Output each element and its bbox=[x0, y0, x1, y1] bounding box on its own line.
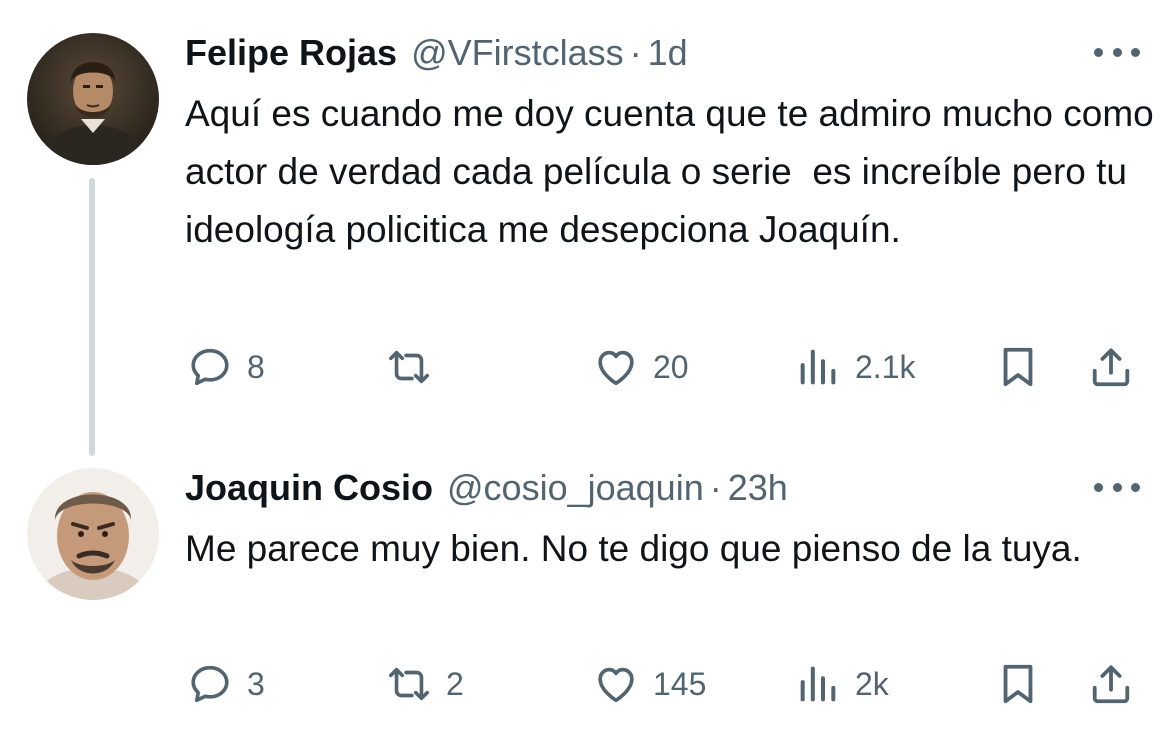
bar-chart-icon bbox=[800, 666, 836, 702]
avatar-portrait-image bbox=[27, 33, 159, 165]
share-icon bbox=[1092, 348, 1130, 387]
avatar[interactable] bbox=[27, 468, 159, 600]
retweet-button[interactable]: 2 bbox=[386, 659, 464, 709]
avatar[interactable] bbox=[27, 33, 159, 165]
bookmark-button[interactable] bbox=[995, 342, 1041, 392]
timestamp[interactable]: 23h bbox=[728, 467, 788, 509]
heart-icon bbox=[598, 667, 634, 703]
views-button[interactable]: 2.1k bbox=[795, 342, 915, 392]
bookmark-icon bbox=[1003, 664, 1033, 704]
share-button[interactable] bbox=[1088, 342, 1134, 392]
reply-button[interactable]: 8 bbox=[187, 342, 265, 392]
tweet-text: Me parece muy bien. No te digo que piens… bbox=[185, 528, 1082, 569]
avatar-photo-image bbox=[27, 468, 159, 600]
retweet-icon bbox=[388, 667, 430, 701]
retweet-button[interactable] bbox=[386, 342, 446, 392]
reply-count: 8 bbox=[247, 348, 265, 385]
bookmark-button[interactable] bbox=[995, 659, 1041, 709]
tweet-actions: 3 2 145 2k bbox=[0, 659, 1170, 709]
separator-dot: · bbox=[709, 467, 722, 508]
views-count: 2k bbox=[855, 665, 889, 702]
heart-icon bbox=[598, 350, 634, 386]
more-dots-icon[interactable] bbox=[1094, 477, 1140, 497]
timestamp[interactable]: 1d bbox=[648, 32, 688, 74]
retweet-icon bbox=[388, 350, 430, 384]
tweet-header: Joaquin Cosio @cosio_joaquin · 23h bbox=[185, 466, 788, 510]
tweet-text: Aquí es cuando me doy cuenta que te admi… bbox=[185, 93, 1165, 250]
display-name[interactable]: Joaquin Cosio bbox=[185, 467, 433, 509]
reply-button[interactable]: 3 bbox=[187, 659, 265, 709]
like-button[interactable]: 20 bbox=[593, 342, 689, 392]
tweet-actions: 8 20 2.1k bbox=[0, 342, 1170, 392]
views-button[interactable]: 2k bbox=[795, 659, 889, 709]
speech-bubble-icon bbox=[191, 665, 229, 703]
bar-chart-icon bbox=[800, 349, 836, 385]
share-button[interactable] bbox=[1088, 659, 1134, 709]
tweet[interactable]: Joaquin Cosio @cosio_joaquin · 23h Me pa… bbox=[0, 440, 1170, 744]
separator-dot: · bbox=[629, 32, 642, 73]
speech-bubble-icon bbox=[191, 348, 229, 386]
display-name[interactable]: Felipe Rojas bbox=[185, 32, 397, 74]
like-count: 145 bbox=[653, 665, 707, 702]
like-button[interactable]: 145 bbox=[593, 659, 706, 709]
reply-count: 3 bbox=[247, 665, 265, 702]
views-count: 2.1k bbox=[855, 348, 916, 385]
user-handle[interactable]: @VFirstclass bbox=[411, 32, 624, 74]
tweet[interactable]: Felipe Rojas @VFirstclass · 1d Aquí es c… bbox=[0, 0, 1170, 440]
tweet-header: Felipe Rojas @VFirstclass · 1d bbox=[185, 31, 688, 75]
user-handle[interactable]: @cosio_joaquin bbox=[447, 467, 704, 509]
more-dots-icon[interactable] bbox=[1094, 42, 1140, 62]
bookmark-icon bbox=[1003, 347, 1033, 387]
share-icon bbox=[1092, 665, 1130, 704]
like-count: 20 bbox=[653, 348, 689, 385]
retweet-count: 2 bbox=[446, 665, 464, 702]
